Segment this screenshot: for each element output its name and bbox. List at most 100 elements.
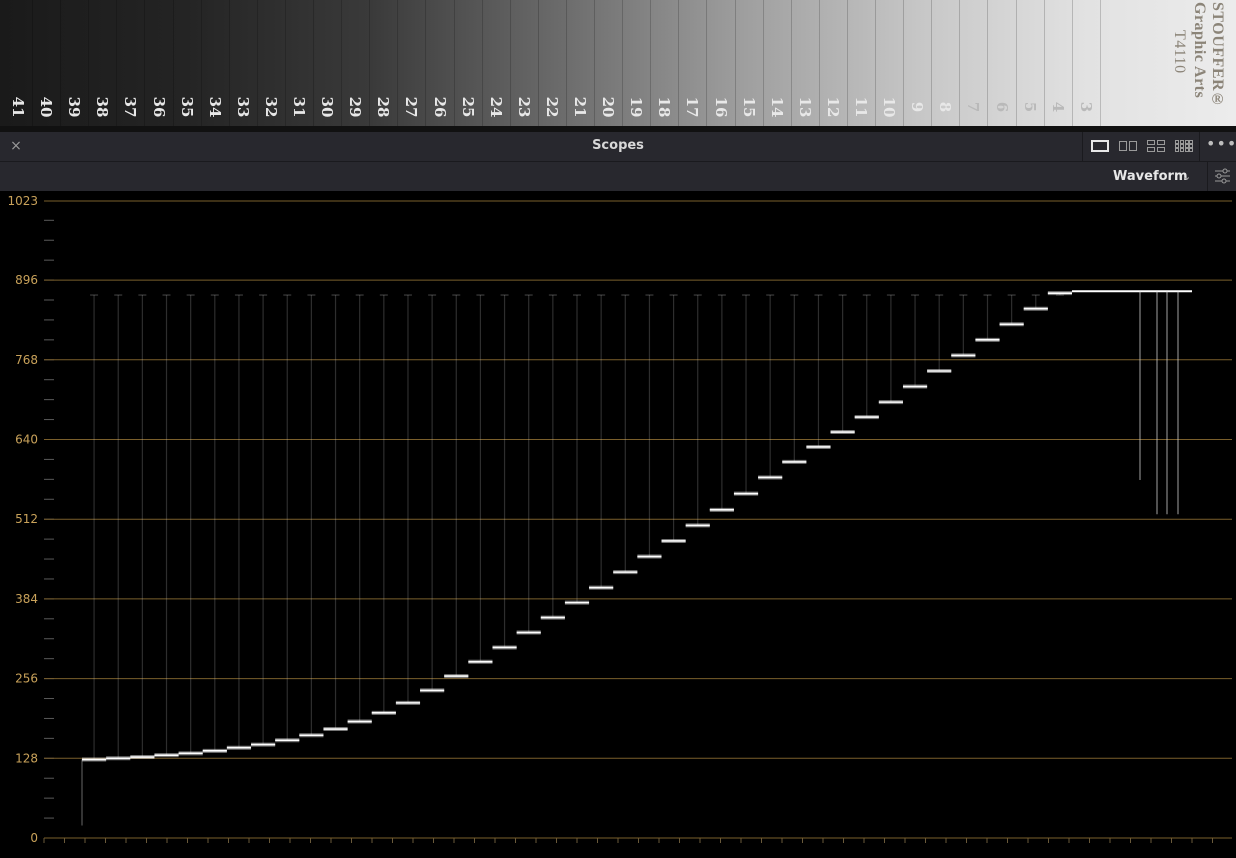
wedge-step-border (172, 0, 174, 126)
wedge-step-number: 21 (571, 96, 589, 118)
quad-view-icon[interactable] (1147, 140, 1165, 152)
scope-type-dropdown[interactable]: Waveform ⌄ (1104, 165, 1200, 188)
wedge-step-border (818, 0, 820, 126)
wedge-step-number: 27 (402, 96, 421, 118)
wedge-step-number: 40 (37, 96, 56, 118)
wedge-step-border (116, 0, 118, 126)
wedge-step-number: 31 (290, 96, 308, 118)
wedge-step-number: 33 (233, 96, 252, 118)
wedge-step-number: 28 (374, 96, 393, 118)
y-tick-label: 640 (15, 432, 38, 446)
wedge-step-number: 41 (9, 96, 27, 118)
wedge-step-number: 8 (936, 101, 955, 113)
wedge-step-number: 15 (739, 96, 758, 118)
brand-line-1: STOUFFER® (1209, 2, 1226, 109)
grid-view-icon[interactable] (1175, 140, 1193, 152)
wedge-step-number: 23 (514, 96, 533, 118)
waveform-plot: 0 128 256 384 512 640 768 896 1023 (7, 194, 1232, 845)
wedge-step-border (453, 0, 455, 126)
wedge-step-border (397, 0, 399, 126)
wedge-step-border (256, 0, 258, 126)
wedge-step-border (734, 0, 736, 126)
wedge-step-number: 6 (992, 101, 1011, 113)
wedge-step-number: 25 (458, 96, 477, 118)
sliders-icon (1215, 168, 1230, 184)
wedge-step-number: 39 (65, 96, 84, 118)
y-tick-label: 512 (15, 512, 38, 526)
wedge-step-border (790, 0, 792, 126)
settings-button[interactable] (1207, 162, 1236, 191)
wedge-step-number: 24 (486, 96, 505, 118)
wedge-step-border (706, 0, 708, 126)
wedge-step-border (594, 0, 595, 126)
wedge-step-number: 11 (852, 96, 870, 118)
wedge-step-number: 37 (121, 96, 140, 118)
wedge-step-number: 13 (795, 96, 814, 118)
y-tick-label: 1023 (7, 194, 38, 208)
stouffer-brand-label: STOUFFER® Graphic Arts T4110 (1160, 2, 1230, 114)
wedge-step-number: 35 (177, 96, 196, 118)
wedge-step-border (228, 0, 230, 126)
scopes-toolbar: Waveform ⌄ (0, 162, 1236, 191)
panel-title: Scopes (592, 138, 644, 153)
wedge-step-border (1015, 0, 1017, 126)
brand-line-3: T4110 (1171, 30, 1188, 74)
scope-type-value: Waveform (1113, 169, 1188, 184)
y-tick-label: 768 (15, 353, 38, 367)
wedge-step-border (200, 0, 202, 126)
wedge-step-border (1071, 0, 1073, 126)
wedge-step-number: 17 (683, 96, 702, 118)
wedge-step-border (313, 0, 314, 126)
wedge-step-border (959, 0, 961, 126)
wedge-step-border (481, 0, 483, 126)
wedge-step-number: 18 (655, 96, 674, 118)
single-view-icon[interactable] (1091, 140, 1109, 152)
chevron-down-icon: ⌄ (1182, 170, 1192, 183)
wedge-step-border (32, 0, 33, 126)
wedge-step-border (846, 0, 848, 126)
dual-view-icon[interactable] (1119, 140, 1137, 152)
wedge-step-border (60, 0, 62, 126)
wedge-step-border (144, 0, 146, 126)
wedge-step-border (537, 0, 539, 126)
wedge-step-border (762, 0, 764, 126)
wedge-step-number: 29 (346, 96, 365, 118)
wedge-step-border (875, 0, 876, 126)
wedge-step-number: 5 (1020, 101, 1039, 113)
y-tick-label: 896 (15, 273, 38, 287)
wedge-step-border (509, 0, 511, 126)
wedge-step-number: 9 (908, 101, 927, 113)
step-wedge-image: 41 40 39 38 37 36 35 34 33 32 31 30 29 28 27 26 25 24 23 22… (0, 0, 1236, 126)
wedge-step-number: 19 (627, 96, 646, 118)
wedge-step-number: 3 (1076, 101, 1095, 113)
wedge-step-border (284, 0, 286, 126)
wedge-step-border (1099, 0, 1101, 126)
wedge-step-border (622, 0, 624, 126)
scopes-title-bar: × Scopes ••• (0, 132, 1236, 162)
more-options-icon[interactable]: ••• (1206, 136, 1236, 156)
wedge-step-number: 16 (711, 96, 730, 118)
wedge-step-border (931, 0, 933, 126)
wedge-step-border (341, 0, 343, 126)
wedge-step-number: 38 (93, 96, 112, 118)
wedge-step-number: 7 (964, 101, 983, 113)
wedge-step-border (369, 0, 371, 126)
wedge-step-border (425, 0, 427, 126)
wedge-step-border (987, 0, 989, 126)
wedge-step-number: 12 (823, 96, 842, 118)
wedge-step-number: 32 (261, 96, 280, 118)
wedge-step-number: 4 (1048, 101, 1067, 113)
wedge-step-number: 22 (542, 96, 561, 118)
wedge-step-number: 30 (318, 96, 337, 118)
wedge-step-border (678, 0, 680, 126)
wedge-step-number: 34 (205, 96, 224, 118)
brand-line-2: Graphic Arts (1191, 2, 1208, 99)
wedge-step-number: 14 (767, 96, 786, 118)
wedge-step-border (88, 0, 90, 126)
wedge-step-number: 10 (880, 96, 899, 118)
wedge-step-number: 26 (430, 96, 449, 118)
wedge-step-number: 20 (599, 96, 618, 118)
waveform-scope: 0 128 256 384 512 640 768 896 1023 (0, 191, 1236, 858)
wedge-step-number: 36 (149, 96, 168, 118)
y-tick-label: 128 (15, 751, 38, 765)
